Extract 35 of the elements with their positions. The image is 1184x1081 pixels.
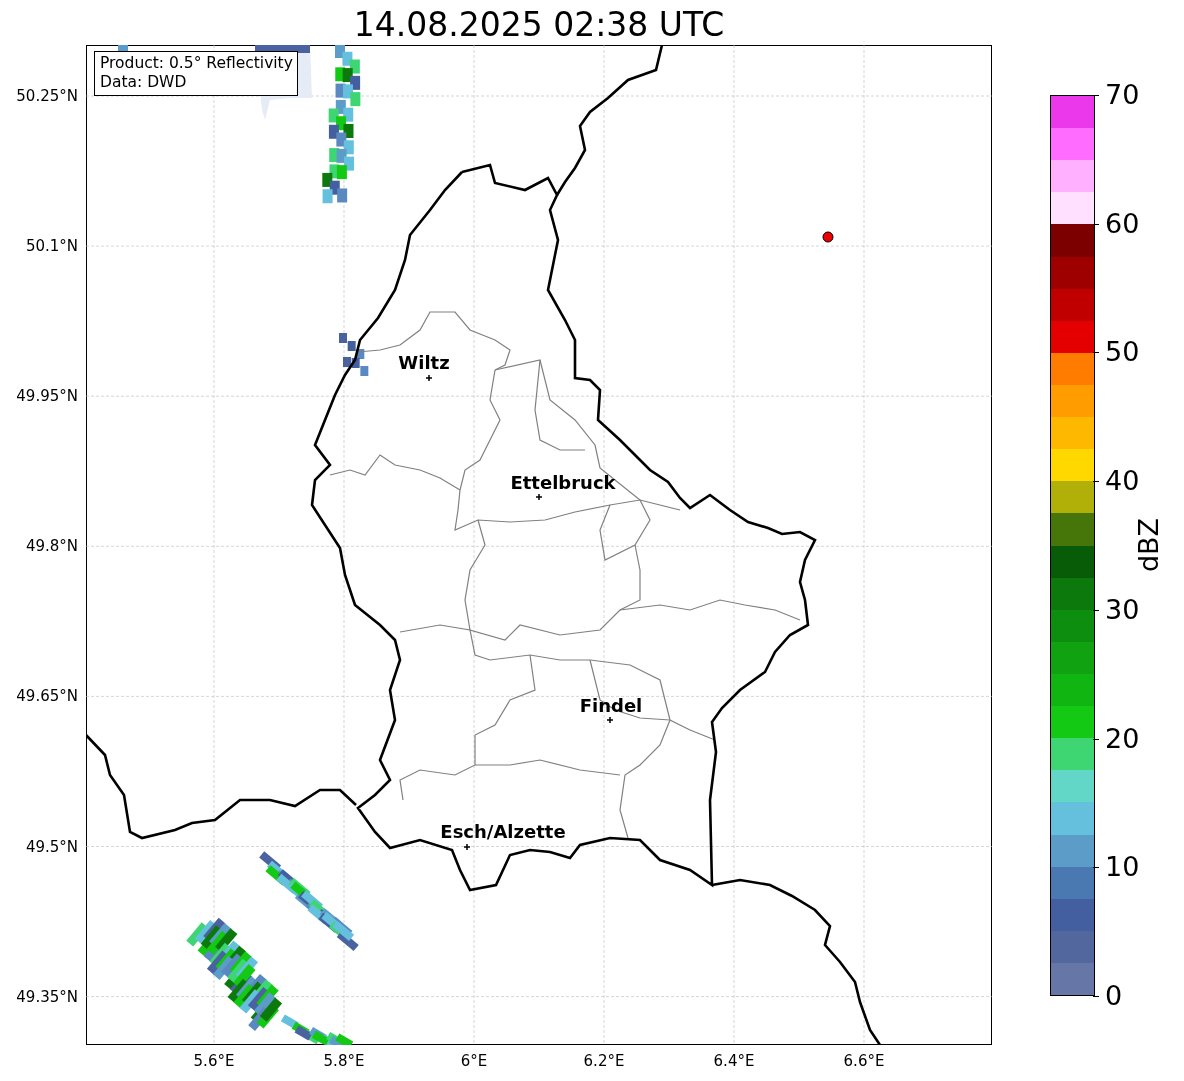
city-label: Findel: [579, 694, 643, 716]
legend-text: Product: 0.5° Reflectivity: [100, 54, 293, 73]
city-marker: [463, 843, 471, 851]
colorbar-tick-label: 60: [1105, 208, 1140, 239]
city-marker: [535, 493, 543, 501]
latitude-label: 49.8°N: [25, 537, 78, 556]
city-marker: [606, 716, 614, 724]
chart-title: 14.08.2025 02:38 UTC: [353, 5, 725, 45]
latitude-label: 50.25°N: [16, 87, 78, 105]
latitude-label: 50.1°N: [25, 237, 78, 256]
longitude-label: 5.6°E: [193, 1052, 235, 1070]
city-label: Wiltz: [398, 351, 450, 373]
colorbar-label: dBZ: [1132, 517, 1164, 573]
radar-echo: [339, 333, 369, 376]
colorbar-tick-label: 50: [1105, 337, 1140, 368]
latitude-label: 49.65°N: [16, 687, 78, 706]
longitude-label: 6°E: [460, 1052, 488, 1070]
city-label: Ettelbruck: [510, 471, 616, 493]
legend-text: Data: DWD: [100, 73, 188, 92]
longitude-label: 6.4°E: [713, 1052, 755, 1070]
latitude-label: 49.35°N: [16, 987, 78, 1006]
longitude-label: 6.2°E: [583, 1052, 625, 1070]
longitude-label: 5.8°E: [323, 1052, 365, 1070]
colorbar-tick-label: 20: [1105, 723, 1140, 754]
colorbar-tick-label: 70: [1105, 80, 1140, 110]
colorbar-tick-label: 40: [1105, 466, 1140, 497]
location-marker: [822, 231, 834, 243]
colorbar-tick-label: 0: [1105, 981, 1123, 1011]
colorbar-tick-label: 30: [1105, 594, 1140, 625]
city-label: Esch/Alzette: [440, 820, 566, 842]
colorbar-tick-label: 10: [1105, 852, 1140, 883]
latitude-label: 49.95°N: [16, 387, 78, 406]
latitude-label: 49.5°N: [25, 837, 78, 856]
city-marker: [425, 374, 433, 382]
longitude-label: 6.6°E: [843, 1052, 885, 1070]
